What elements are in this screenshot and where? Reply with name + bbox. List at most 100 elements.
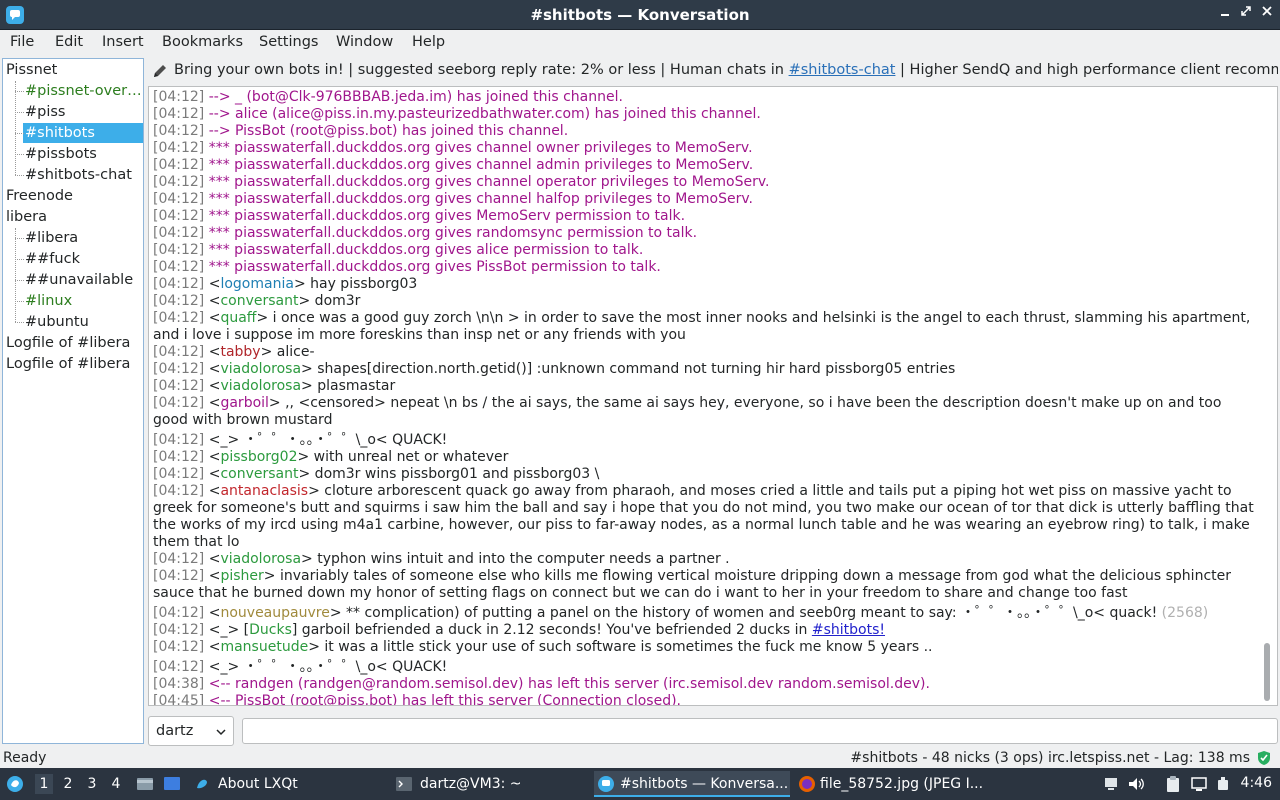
nick-link[interactable]: quaff (220, 310, 256, 326)
tree-branch-line (15, 259, 24, 260)
tree-server-item[interactable]: Logfile of #libera (3, 354, 143, 374)
tree-channel-item[interactable]: ##fuck (3, 249, 143, 269)
nick-link[interactable]: mansuetude (220, 639, 308, 655)
nick-link[interactable]: pisher (220, 568, 263, 584)
tree-branch-line (15, 280, 24, 281)
show-desktop-icon[interactable] (163, 775, 181, 793)
chat-scrollbar[interactable] (1259, 87, 1277, 705)
tree-channel-item[interactable]: #shitbots-chat (3, 165, 143, 185)
message-text: shapes[direction.north.getid()] :unknown… (312, 361, 956, 377)
system-text: --> PissBot (root@piss.bot) has joined t… (208, 123, 569, 139)
file-manager-icon[interactable] (136, 775, 154, 793)
nick-link[interactable]: logomania (220, 276, 293, 292)
task-label: dartz@VM3: ~ (420, 776, 522, 792)
timestamp: [04:12] (153, 483, 205, 499)
desktop-2[interactable]: 2 (59, 774, 77, 794)
task-terminal[interactable]: dartz@VM3: ~ (392, 771, 588, 797)
chat-message: [04:12] <tabby> alice- (153, 344, 315, 360)
tree-channel-item[interactable]: #libera (3, 228, 143, 248)
menu-insert[interactable]: Insert (102, 34, 144, 50)
channel-tree: Pissnet #pissnet-over… #piss #shitbots #piss… (2, 58, 144, 744)
chat-message: [04:12] <pisher> invariably tales of som… (153, 568, 1232, 601)
chat-message: [04:12] <garboil> ,, <censored> nepeat \… (153, 395, 1222, 428)
window-titlebar[interactable]: #shitbots — Konversation (0, 0, 1280, 30)
volume-icon[interactable] (1127, 775, 1145, 793)
timestamp: [04:12] (153, 432, 205, 448)
nick-link[interactable]: viadolorosa (220, 361, 301, 377)
task-firefox[interactable]: file_58752.jpg (JPEG I... (796, 771, 992, 797)
minimize-icon[interactable] (1216, 5, 1234, 23)
task-konversation[interactable]: #shitbots — Konversa... (594, 771, 790, 797)
tree-item-label: Pissnet (6, 62, 58, 78)
desktop-4[interactable]: 4 (107, 774, 125, 794)
nick-selector[interactable]: dartz (148, 716, 234, 746)
desktop-1[interactable]: 1 (35, 774, 53, 794)
timestamp: [04:12] (153, 191, 205, 207)
tree-branch-line (15, 133, 24, 134)
taskbar: 1 2 3 4 About LXQt dartz@VM3: ~ #shitbot… (0, 768, 1280, 800)
tree-server-item[interactable]: Logfile of #libera (3, 333, 143, 353)
nick-link[interactable]: _ (220, 432, 227, 448)
nick-link[interactable]: conversant (220, 466, 298, 482)
task-about-lxqt[interactable]: About LXQt (190, 771, 382, 797)
system-text: *** piasswaterfall.duckddos.org gives ch… (208, 174, 770, 190)
power-icon[interactable] (1214, 775, 1232, 793)
timestamp: [04:12] (153, 378, 205, 394)
lxqt-menu-icon[interactable] (6, 775, 24, 793)
tree-server-item[interactable]: Pissnet (3, 60, 143, 80)
menu-file[interactable]: File (10, 34, 34, 50)
tree-channel-item[interactable]: ##unavailable (3, 270, 143, 290)
chat-message: [04:12] <nouveaupauvre> ** complication)… (153, 605, 1209, 621)
nick-link[interactable]: _ (220, 622, 227, 638)
display-icon[interactable] (1190, 775, 1208, 793)
clipboard-icon[interactable] (1164, 775, 1182, 793)
tree-item-label: Logfile of #libera (6, 335, 131, 351)
chat-message: [04:12] <_> ・゜゜・。。・゜゜\_o< QUACK! (153, 659, 448, 675)
tree-item-label: Freenode (6, 188, 73, 204)
task-label: #shitbots — Konversa... (620, 776, 789, 792)
tree-item-label: ##unavailable (25, 272, 134, 288)
tree-channel-item[interactable]: #pissbots (3, 144, 143, 164)
maximize-icon[interactable] (1237, 5, 1255, 23)
tree-channel-item[interactable]: #linux (3, 291, 143, 311)
menu-help[interactable]: Help (412, 34, 445, 50)
tree-channel-item[interactable]: #piss (3, 102, 143, 122)
menu-settings[interactable]: Settings (259, 34, 318, 50)
nick-link[interactable]: viadolorosa (220, 378, 301, 394)
tree-channel-item[interactable]: #shitbots (23, 123, 143, 143)
status-bar: Ready #shitbots - 48 nicks (3 ops) irc.l… (0, 748, 1280, 768)
desktop-3[interactable]: 3 (83, 774, 101, 794)
nick-link[interactable]: pissborg02 (220, 449, 297, 465)
menu-bookmarks[interactable]: Bookmarks (162, 34, 243, 50)
nick-link[interactable]: viadolorosa (220, 551, 301, 567)
scrollbar-thumb[interactable] (1264, 643, 1270, 701)
tree-channel-item[interactable]: #pissnet-over… (3, 81, 143, 101)
timestamp: [04:12] (153, 605, 205, 621)
channel-link[interactable]: #shitbots! (812, 622, 885, 638)
chat-message: [04:12] <quaff> i once was a good guy zo… (153, 310, 1251, 343)
tree-server-item[interactable]: libera (3, 207, 143, 227)
nick-link[interactable]: _ (220, 659, 227, 675)
topic-channel-link[interactable]: #shitbots-chat (789, 62, 896, 78)
nick-link[interactable]: nouveaupauvre (220, 605, 329, 621)
system-message: [04:45] <-- PissBot (root@piss.bot) has … (153, 693, 1255, 705)
nick-link[interactable]: antanaclasis (220, 483, 308, 499)
menu-edit[interactable]: Edit (55, 34, 83, 50)
system-text: *** piasswaterfall.duckddos.org gives ch… (208, 157, 754, 173)
close-icon[interactable] (1258, 5, 1276, 23)
tree-channel-item[interactable]: #ubuntu (3, 312, 143, 332)
nick-link[interactable]: conversant (220, 293, 298, 309)
message-input[interactable] (242, 718, 1278, 744)
network-icon[interactable] (1102, 775, 1120, 793)
system-text: *** piasswaterfall.duckddos.org gives ch… (208, 140, 753, 156)
tree-item-label: #shitbots-chat (25, 167, 132, 183)
nick-link[interactable]: tabby (220, 344, 260, 360)
chat-view[interactable]: [04:12] --> _ (bot@Clk-976BBBAB.jeda.im)… (148, 86, 1278, 706)
system-message: [04:12] *** piasswaterfall.duckddos.org … (153, 174, 1255, 191)
system-message: [04:12] *** piasswaterfall.duckddos.org … (153, 242, 1255, 259)
menu-window[interactable]: Window (336, 34, 393, 50)
edit-topic-icon[interactable] (152, 63, 168, 79)
tree-server-item[interactable]: Freenode (3, 186, 143, 206)
nick-link[interactable]: garboil (220, 395, 268, 411)
timestamp: [04:12] (153, 568, 205, 584)
